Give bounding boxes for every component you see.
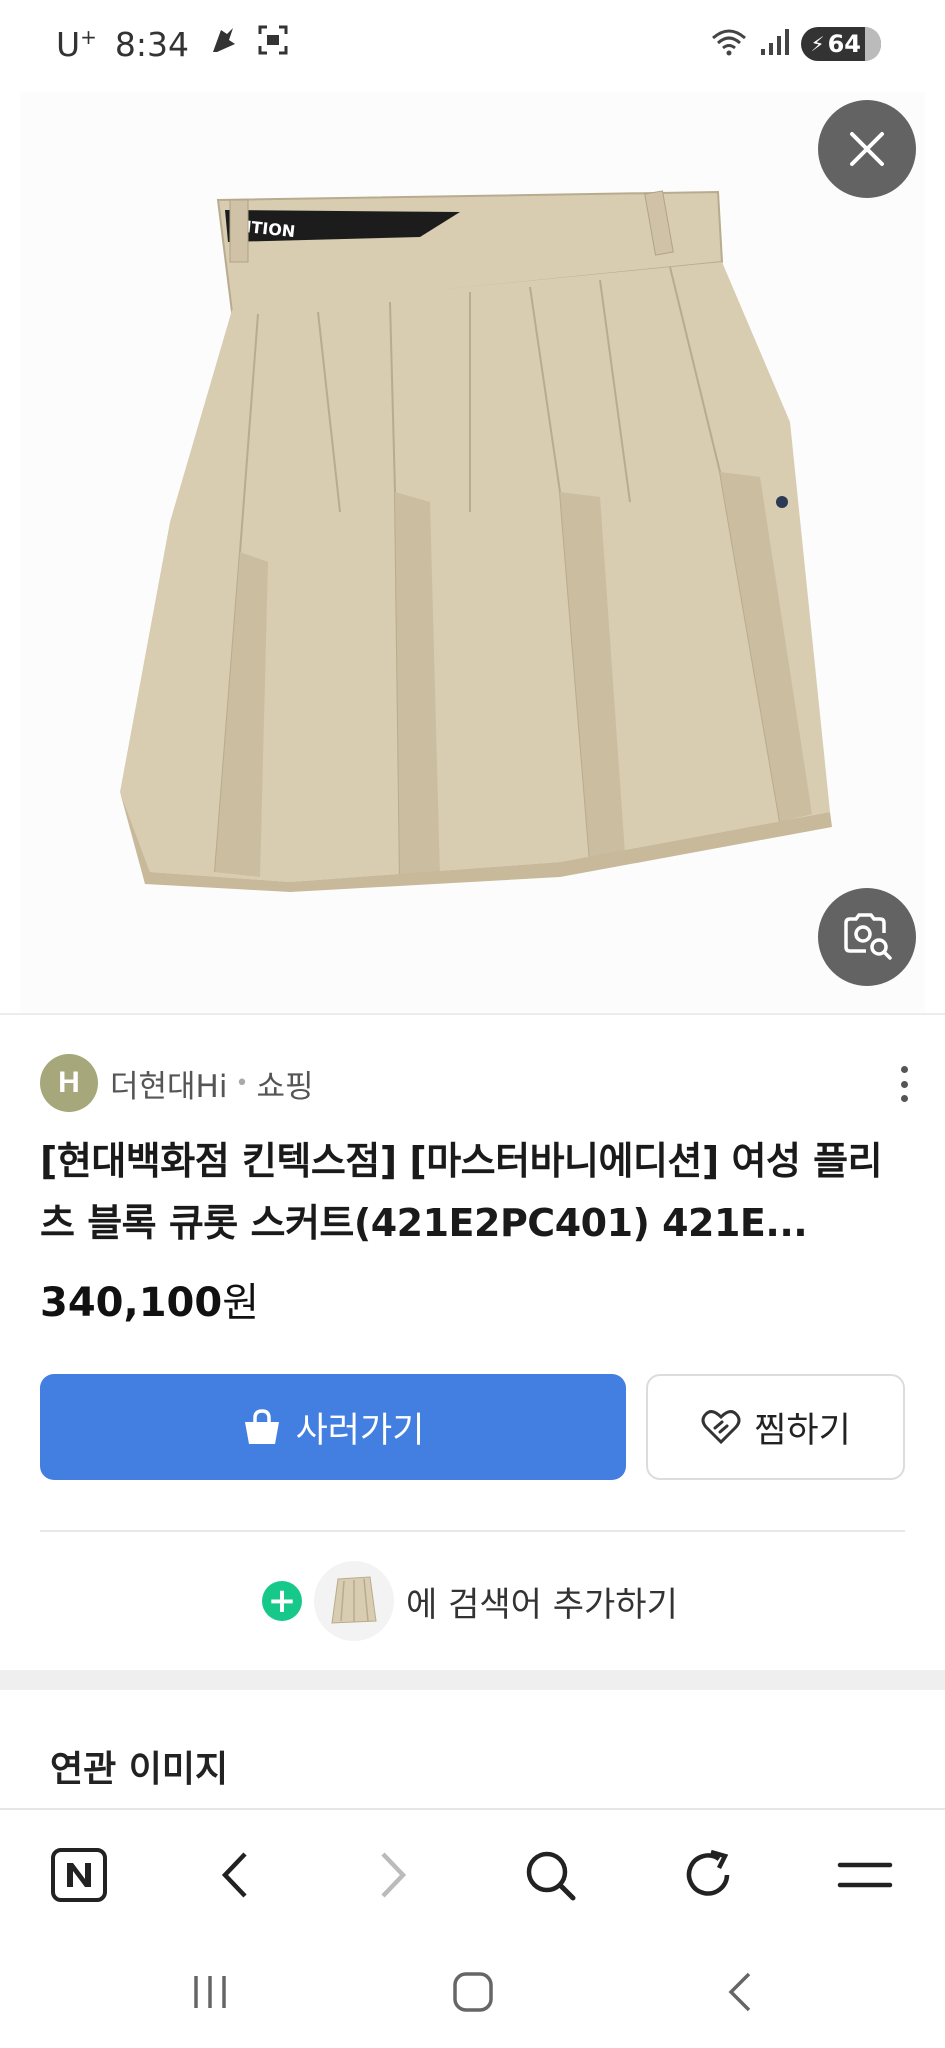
- refresh-icon: [686, 1849, 730, 1896]
- home-icon: [453, 1972, 493, 2012]
- status-right: ⚡ 64: [709, 26, 881, 62]
- plus-icon: +: [262, 1581, 302, 1621]
- browser-nav-bar: [0, 1808, 945, 1928]
- chevron-left-icon: [221, 1852, 247, 1898]
- wifi-icon: [709, 26, 749, 62]
- back-button[interactable]: [200, 1840, 270, 1910]
- signal-icon: [759, 27, 791, 61]
- add-keyword-button[interactable]: + 에 검색어 추가하기: [262, 1560, 678, 1642]
- chevron-right-icon: [381, 1852, 407, 1898]
- wish-label: 찜하기: [754, 1410, 851, 1451]
- charging-icon: ⚡: [810, 32, 825, 56]
- naver-home-button[interactable]: [44, 1840, 114, 1910]
- system-back-button[interactable]: [710, 1962, 770, 2022]
- close-icon: [850, 132, 884, 166]
- image-search-icon: [844, 913, 892, 960]
- naver-logo-icon: [51, 1848, 107, 1902]
- battery-indicator: ⚡ 64: [800, 27, 881, 61]
- shopping-bag-icon: [244, 1409, 279, 1444]
- buy-button[interactable]: 사러가기: [40, 1374, 626, 1480]
- heart-add-icon: [701, 1410, 741, 1445]
- refresh-button[interactable]: [673, 1840, 743, 1910]
- add-keyword-label: 에 검색어 추가하기: [406, 1584, 678, 1625]
- home-button[interactable]: [443, 1962, 503, 2022]
- system-nav-bar: [0, 1930, 945, 2048]
- divider: [0, 1013, 945, 1015]
- recent-apps-button[interactable]: [180, 1962, 240, 2022]
- source-separator: •: [235, 1070, 249, 1096]
- buy-label: 사러가기: [295, 1410, 425, 1451]
- wish-button[interactable]: 찜하기: [646, 1374, 905, 1480]
- close-button[interactable]: [818, 100, 916, 198]
- menu-button[interactable]: [830, 1840, 900, 1910]
- carrier-label: U+: [56, 24, 97, 64]
- menu-icon: [837, 1862, 893, 1888]
- source-avatar: H: [40, 1054, 98, 1112]
- divider: [40, 1530, 905, 1532]
- search-icon: [526, 1851, 576, 1901]
- status-left: U+ 8:34: [56, 24, 289, 64]
- section-separator: [0, 1670, 945, 1690]
- product-image[interactable]: ITION: [0, 92, 945, 1012]
- product-price: 340,100원: [40, 1270, 259, 1328]
- keyword-thumbnail: [314, 1561, 394, 1641]
- skirt-thumbnail-image: [331, 1576, 377, 1624]
- source-category: 쇼핑: [256, 1068, 314, 1105]
- product-title[interactable]: [현대백화점 킨텍스점] [마스터바니에디션] 여성 플리츠 블록 큐롯 스커트…: [40, 1130, 900, 1254]
- clock: 8:34: [114, 24, 190, 64]
- more-vertical-icon: [900, 1066, 908, 1073]
- notification-icon: [207, 24, 239, 64]
- skirt-image: ITION: [0, 92, 945, 1012]
- more-options-button[interactable]: [884, 1062, 924, 1106]
- price-number: 340,100: [40, 1280, 223, 1326]
- status-bar: U+ 8:34 ⚡ 64: [0, 0, 945, 92]
- price-unit: 원: [222, 1280, 259, 1326]
- related-images-title: 연관 이미지: [50, 1749, 229, 1790]
- back-arrow-icon: [728, 1972, 751, 2012]
- source-name: 더현대Hi: [110, 1068, 228, 1105]
- source-row[interactable]: H 더현대Hi • 쇼핑: [40, 1054, 314, 1112]
- screenshot-icon: [257, 24, 289, 64]
- battery-level: 64: [827, 30, 861, 58]
- image-search-button[interactable]: [818, 888, 916, 986]
- forward-button[interactable]: [358, 1840, 428, 1910]
- search-button[interactable]: [515, 1840, 585, 1910]
- recent-apps-icon: [194, 1976, 226, 2008]
